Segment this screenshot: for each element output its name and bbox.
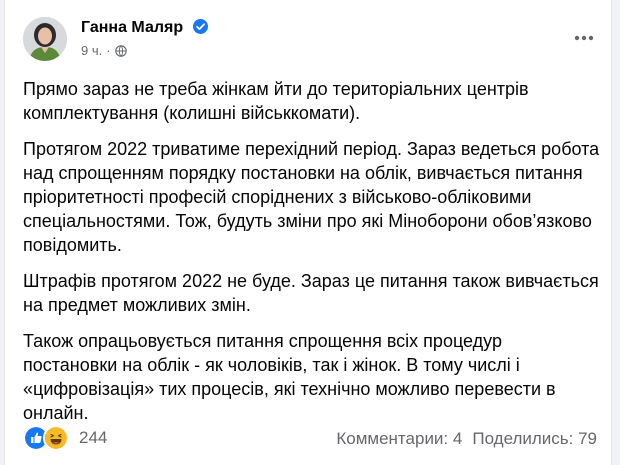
post-footer: 244 Комментарии: 4 Поделились: 79 (5, 424, 611, 454)
reaction-count[interactable]: 244 (79, 428, 107, 448)
engagement-stats: Комментарии: 4 Поделились: 79 (336, 429, 597, 449)
author-name-text[interactable]: Ганна Маляр (81, 19, 183, 36)
shares-count-link[interactable]: Поделились: 79 (472, 429, 597, 448)
avatar[interactable] (23, 17, 67, 61)
avatar-picture (23, 17, 67, 61)
meta-separator: · (106, 43, 111, 58)
post-header: Ганна Маляр 9 ч. · (5, 0, 611, 76)
post-card: Ганна Маляр 9 ч. · Прямо зараз не треба ж… (4, 0, 612, 465)
post-body: Прямо зараз не треба жінкам йти до терит… (23, 77, 601, 437)
post-timestamp[interactable]: 9 ч. (81, 43, 102, 58)
post-paragraph: Штрафів протягом 2022 не буде. Зараз це … (23, 271, 599, 315)
post-paragraph: Прямо зараз не треба жінкам йти до терит… (23, 79, 529, 123)
more-options-icon[interactable] (573, 30, 595, 46)
haha-icon (43, 425, 69, 451)
post-meta: 9 ч. · (81, 43, 127, 58)
post-paragraph: Також опрацьовується питання спрощення в… (23, 331, 556, 423)
post-paragraph: Протягом 2022 триватиме перехідний періо… (23, 139, 600, 255)
globe-icon[interactable] (114, 45, 127, 57)
reactions-summary[interactable]: 244 (23, 425, 107, 451)
comments-count-link[interactable]: Комментарии: 4 (336, 429, 462, 448)
verified-badge-icon (192, 19, 208, 34)
author-name[interactable]: Ганна Маляр (81, 19, 208, 37)
